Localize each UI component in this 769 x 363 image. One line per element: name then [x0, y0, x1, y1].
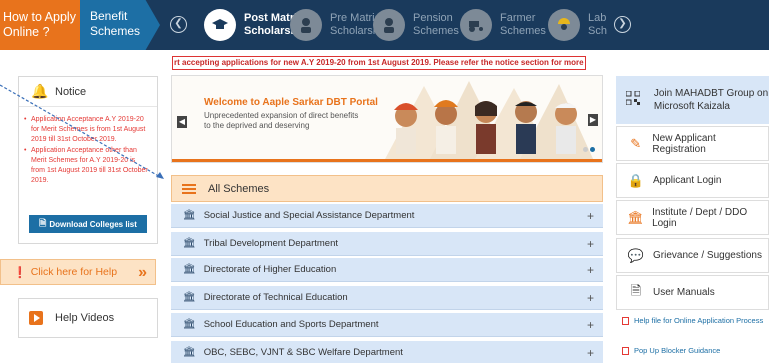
download-colleges-label: Download Colleges list: [49, 219, 137, 229]
carousel-indicators[interactable]: [581, 139, 595, 157]
carousel-underline: [172, 159, 602, 162]
scheme-farmer-label: Farmer Schemes: [500, 12, 546, 37]
new-applicant-registration-label: New Applicant Registration: [652, 132, 716, 155]
student-icon: [290, 9, 322, 41]
department-label: OBC, SEBC, VJNT & SBC Welfare Department: [203, 347, 403, 358]
all-schemes-label: All Schemes: [208, 182, 270, 195]
tractor-icon: [460, 9, 492, 41]
help-file-label: Help file for Online Application Process: [634, 316, 764, 325]
department-accordion-item[interactable]: 🏛 School Education and Sports Department…: [171, 313, 603, 337]
institute-login-label: Institute / Dept / DDO Login: [652, 206, 748, 229]
all-schemes-header[interactable]: All Schemes: [171, 175, 603, 202]
document-icon: 🗎: [630, 282, 642, 298]
edit-icon: ✎: [630, 135, 642, 151]
notice-panel: 🔔 Notice Application Acceptance A.Y 2019…: [18, 76, 158, 244]
scheme-labour[interactable]: Lab Sch: [548, 6, 608, 44]
notice-list: Application Acceptance A.Y 2019-20 for M…: [19, 107, 157, 186]
institute-login-link[interactable]: 🏛 Institute / Dept / DDO Login: [616, 200, 769, 235]
department-label: Directorate of Technical Education: [203, 292, 348, 303]
page: How to Apply Online ? Benefit Schemes ❮ …: [0, 0, 769, 363]
kaizala-group-label: Join MAHADBT Group on Microsoft Kaizala: [653, 88, 769, 112]
user-manuals-link[interactable]: 🗎 User Manuals: [616, 275, 769, 310]
qr-code-icon: [625, 90, 644, 109]
applicant-login-label: Applicant Login: [653, 175, 722, 186]
plus-icon[interactable]: +: [587, 291, 594, 305]
carousel-tagline: Unprecedented expansion of direct benefi…: [204, 111, 359, 130]
carousel-next-icon[interactable]: ▶: [588, 114, 598, 126]
plus-icon[interactable]: +: [587, 318, 594, 332]
plus-icon[interactable]: +: [587, 209, 594, 223]
bank-icon: 🏛: [627, 209, 644, 225]
announcement-ticker: rt accepting applications for new A.Y 20…: [172, 56, 586, 70]
applicant-login-link[interactable]: 🔒 Applicant Login: [616, 163, 769, 198]
bank-icon: 🏛: [183, 347, 196, 358]
popup-blocker-link[interactable]: Pop Up Blocker Guidance: [622, 346, 767, 356]
department-accordion-item[interactable]: 🏛 Tribal Development Department +: [171, 232, 603, 256]
scheme-pension[interactable]: Pension Schemes: [373, 6, 461, 44]
how-to-apply-label: How to Apply Online ?: [3, 10, 76, 39]
carousel-welcome-title: Welcome to Aaple Sarkar DBT Portal: [204, 97, 378, 108]
department-accordion-item[interactable]: 🏛 Directorate of Technical Education +: [171, 286, 603, 310]
department-label: Social Justice and Special Assistance De…: [203, 210, 415, 221]
notice-header: 🔔 Notice: [19, 77, 157, 107]
scroll-left-icon[interactable]: ❮: [170, 16, 187, 33]
list-icon: [182, 182, 196, 196]
notice-item[interactable]: Application Acceptance A.Y 2019-20 for M…: [24, 115, 151, 145]
pdf-icon: [622, 317, 629, 325]
plus-icon[interactable]: +: [587, 346, 594, 360]
bank-icon: 🏛: [183, 238, 196, 249]
chat-icon: 💬: [627, 247, 645, 263]
bank-icon: 🏛: [183, 292, 196, 303]
department-accordion-item[interactable]: 🏛 OBC, SEBC, VJNT & SBC Welfare Departme…: [171, 341, 603, 363]
ticker-text: rt accepting applications for new A.Y 20…: [174, 58, 585, 67]
lock-icon: 🔒: [627, 172, 645, 188]
department-accordion-item[interactable]: 🏛 Directorate of Higher Education +: [171, 258, 603, 282]
double-chevron-right-icon: »: [138, 264, 147, 281]
help-label: Click here for Help: [30, 266, 118, 278]
carousel-prev-icon[interactable]: ◀: [177, 116, 187, 128]
info-icon: ❗: [13, 266, 27, 279]
help-button[interactable]: ❗ Click here for Help »: [0, 259, 156, 285]
video-icon: [29, 311, 43, 325]
user-manuals-label: User Manuals: [653, 287, 715, 298]
scheme-labour-label: Lab Sch: [588, 12, 607, 37]
worker-icon: [548, 9, 580, 41]
grievance-link[interactable]: 💬 Grievance / Suggestions: [616, 238, 769, 273]
department-accordion-item[interactable]: 🏛 Social Justice and Special Assistance …: [171, 204, 603, 228]
department-label: Directorate of Higher Education: [203, 264, 337, 275]
notice-title: Notice: [55, 85, 87, 98]
grievance-label: Grievance / Suggestions: [653, 250, 762, 261]
pdf-icon: [622, 347, 629, 355]
elderly-person-icon: [373, 9, 405, 41]
popup-blocker-label: Pop Up Blocker Guidance: [634, 346, 721, 355]
welcome-carousel: ◀ Welcome to Aaple Sarkar DBT Portal Unp…: [171, 75, 603, 163]
download-file-icon: 🗎: [39, 218, 47, 228]
download-colleges-button[interactable]: 🗎 Download Colleges list: [29, 215, 147, 233]
bell-icon: 🔔: [31, 83, 49, 99]
scheme-farmer[interactable]: Farmer Schemes: [460, 6, 548, 44]
department-label: Tribal Development Department: [203, 238, 338, 249]
new-applicant-registration-link[interactable]: ✎ New Applicant Registration: [616, 126, 769, 161]
plus-icon[interactable]: +: [587, 263, 594, 277]
graduation-cap-icon: [204, 9, 236, 41]
bank-icon: 🏛: [183, 319, 196, 330]
leaders-portrait-illustration: [384, 81, 594, 161]
benefit-schemes-label: Benefit Schemes: [90, 9, 141, 38]
bank-icon: 🏛: [183, 264, 196, 275]
notice-item[interactable]: Application Acceptance other than Merit …: [24, 146, 151, 186]
help-videos-label: Help Videos: [55, 312, 115, 324]
plus-icon[interactable]: +: [587, 237, 594, 251]
top-navigation-bar: How to Apply Online ? Benefit Schemes ❮ …: [0, 0, 769, 50]
department-label: School Education and Sports Department: [203, 319, 379, 330]
kaizala-group-link[interactable]: Join MAHADBT Group on Microsoft Kaizala: [616, 76, 769, 124]
help-file-link[interactable]: Help file for Online Application Process: [622, 316, 767, 326]
bank-icon: 🏛: [183, 210, 196, 221]
how-to-apply-tab[interactable]: How to Apply Online ?: [0, 0, 90, 50]
benefit-schemes-tab[interactable]: Benefit Schemes: [80, 0, 160, 50]
scroll-right-icon[interactable]: ❯: [614, 16, 631, 33]
help-videos-button[interactable]: Help Videos: [18, 298, 158, 338]
scheme-pension-label: Pension Schemes: [413, 12, 459, 37]
